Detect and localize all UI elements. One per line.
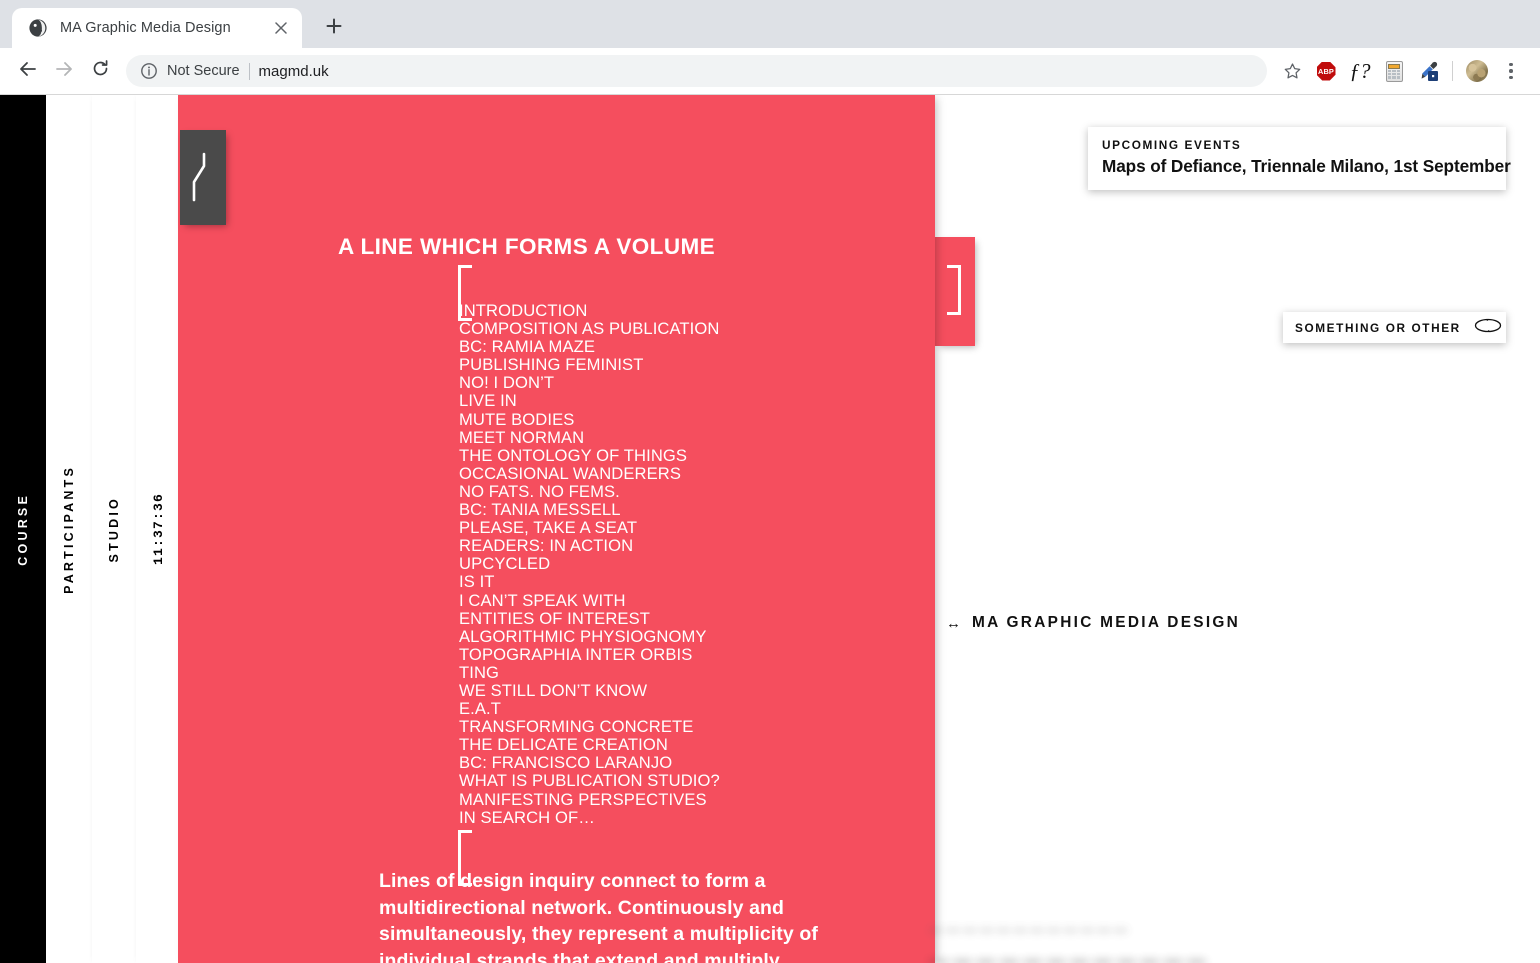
red-document-panel: A LINE WHICH FORMS A VOLUME INTRODUCTION…	[178, 95, 935, 963]
eyedropper-glyph	[1417, 60, 1439, 82]
other-card-label: SOMETHING OR OTHER	[1295, 320, 1461, 335]
kebab-glyph	[1509, 62, 1513, 80]
sidebar-item-label: COURSE	[16, 492, 30, 566]
list-item[interactable]: MEET NORMAN	[459, 428, 720, 447]
list-item[interactable]: PUBLISHING FEMINIST	[459, 356, 720, 374]
list-item[interactable]: BC: TANIA MESSELL	[459, 500, 720, 519]
globe-icon	[28, 18, 48, 38]
calculator-glyph	[1385, 60, 1403, 82]
list-item[interactable]: BC: FRANCISCO LARANJO	[459, 754, 720, 772]
back-button[interactable]	[10, 53, 46, 89]
list-item[interactable]: E.A.T	[459, 699, 720, 718]
tab-strip: MA Graphic Media Design	[0, 0, 1540, 48]
left-right-arrow-icon: ↔	[946, 614, 961, 632]
browser-tab[interactable]: MA Graphic Media Design	[12, 8, 302, 48]
toolbar-actions: ABP ƒ?	[1275, 54, 1528, 88]
browser-toolbar: Not Secure magmd.uk ABP ƒ?	[0, 48, 1540, 95]
list-item[interactable]: WHAT IS PUBLICATION STUDIO?	[459, 772, 720, 790]
loop-arrow-icon	[1473, 317, 1503, 339]
info-circle-icon[interactable]	[140, 62, 158, 80]
sidebar-item-course[interactable]: COURSE	[0, 95, 46, 963]
list-item[interactable]: I CAN’T SPEAK WITH	[459, 591, 720, 610]
table-of-contents: INTRODUCTION COMPOSITION AS PUBLICATION …	[459, 301, 720, 827]
blurred-content-block: — — — — — — — — — — — — — — — — — — — — …	[930, 923, 1260, 963]
something-or-other-card[interactable]: SOMETHING OR OTHER	[1283, 312, 1506, 343]
page-viewport: COURSE PARTICIPANTS STUDIO 11:37:36 A LI…	[0, 95, 1540, 963]
address-bar[interactable]: Not Secure magmd.uk	[126, 55, 1267, 87]
events-kicker: UPCOMING EVENTS	[1102, 138, 1242, 152]
blurred-line-2: — — — — — — — — — — — —	[930, 951, 1206, 963]
upcoming-events-card[interactable]: UPCOMING EVENTS Maps of Defiance, Trienn…	[1088, 127, 1511, 190]
diagonal-line-icon	[192, 152, 206, 202]
toolbar-divider	[1452, 61, 1453, 81]
list-item[interactable]: NO! I DON’T	[459, 374, 720, 392]
avatar	[1466, 60, 1488, 82]
sidebar-item-participants[interactable]: PARTICIPANTS	[46, 95, 92, 963]
arrow-left-icon	[18, 59, 38, 84]
list-item[interactable]: LIVE IN	[459, 392, 720, 410]
browser-window: MA Graphic Media Design Not Secure magmd…	[0, 0, 1540, 963]
list-item[interactable]: UPCYCLED	[459, 555, 720, 573]
list-item[interactable]: BC: RAMIA MAZE	[459, 338, 720, 356]
blurred-line-1: — — — — — — — — — — — —	[930, 923, 1128, 937]
sidebar-item-label: STUDIO	[107, 495, 121, 563]
arrow-right-icon	[54, 59, 74, 84]
list-item[interactable]: PLEASE, TAKE A SEAT	[459, 519, 720, 537]
new-tab-button[interactable]	[316, 10, 352, 46]
adblock-plus-icon[interactable]: ABP	[1309, 54, 1343, 88]
diagonal-line-chip[interactable]	[180, 130, 226, 225]
chrome-menu-icon[interactable]	[1494, 54, 1528, 88]
tab-title: MA Graphic Media Design	[60, 20, 231, 36]
list-item[interactable]: TOPOGRAPHIA INTER ORBIS	[459, 645, 720, 664]
list-item[interactable]: ENTITIES OF INTEREST	[459, 609, 720, 628]
color-picker-icon[interactable]	[1411, 54, 1445, 88]
font-finder-glyph: ƒ?	[1349, 58, 1371, 83]
red-ear-panel	[935, 237, 975, 346]
list-item[interactable]: NO FATS. NO FEMS.	[459, 482, 720, 501]
plus-icon	[326, 18, 342, 39]
list-item[interactable]: THE DELICATE CREATION	[459, 736, 720, 754]
sidebar-clock: 11:37:36	[136, 95, 180, 963]
list-item[interactable]: COMPOSITION AS PUBLICATION	[459, 319, 720, 338]
list-item[interactable]: THE ONTOLOGY OF THINGS	[459, 446, 720, 465]
bracket-close-icon	[947, 265, 961, 315]
reload-icon	[91, 59, 110, 83]
url-text: magmd.uk	[258, 62, 329, 80]
clock-label: 11:37:36	[150, 492, 166, 565]
security-status: Not Secure	[167, 63, 240, 79]
sidebar-item-label: PARTICIPANTS	[62, 464, 76, 594]
document-blurb: Lines of design inquiry connect to form …	[379, 870, 818, 963]
list-item[interactable]: TRANSFORMING CONCRETE	[459, 718, 720, 736]
close-icon[interactable]	[270, 17, 292, 39]
bookmark-star-icon[interactable]	[1275, 54, 1309, 88]
list-item[interactable]: IS IT	[459, 573, 720, 591]
reload-button[interactable]	[82, 53, 118, 89]
list-item[interactable]: OCCASIONAL WANDERERS	[459, 464, 720, 483]
brand-text: MA GRAPHIC MEDIA DESIGN	[972, 614, 1241, 631]
omnibox-divider	[248, 62, 250, 80]
brand-lockup[interactable]: ↔ MA GRAPHIC MEDIA DESIGN	[946, 614, 1240, 632]
sidebar-item-studio[interactable]: STUDIO	[92, 95, 136, 963]
list-item[interactable]: IN SEARCH OF…	[459, 808, 720, 827]
calculator-extension-icon[interactable]	[1377, 54, 1411, 88]
forward-button[interactable]	[46, 53, 82, 89]
list-item[interactable]: WE STILL DON’T KNOW	[459, 681, 720, 700]
list-item[interactable]: INTRODUCTION	[459, 301, 720, 320]
list-item[interactable]: ALGORITHMIC PHYSIOGNOMY	[459, 627, 720, 646]
profile-avatar-icon[interactable]	[1460, 54, 1494, 88]
list-item[interactable]: READERS: IN ACTION	[459, 537, 720, 555]
list-item[interactable]: MANIFESTING PERSPECTIVES	[459, 790, 720, 809]
list-item[interactable]: TING	[459, 663, 720, 682]
events-title: Maps of Defiance, Triennale Milano, 1st …	[1102, 156, 1511, 176]
abp-badge: ABP	[1316, 61, 1336, 81]
list-item[interactable]: MUTE BODIES	[459, 410, 720, 429]
page-title: A LINE WHICH FORMS A VOLUME	[338, 234, 716, 259]
font-finder-icon[interactable]: ƒ?	[1343, 54, 1377, 88]
